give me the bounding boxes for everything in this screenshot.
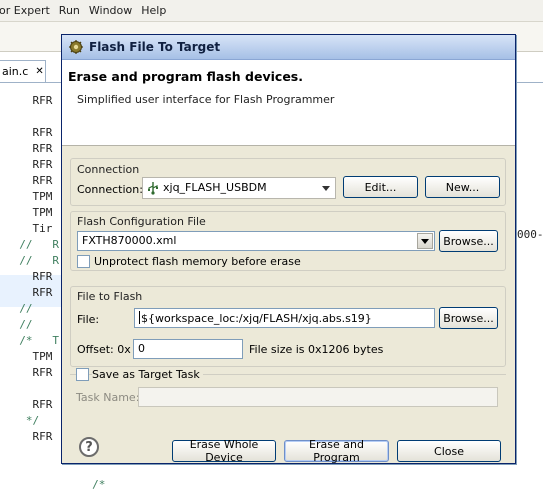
connection-combo[interactable]: xjq_FLASH_USBDM: [142, 177, 336, 199]
flash-config-group-label: Flash Configuration File: [77, 215, 206, 228]
code-line: /* T: [6, 334, 59, 347]
menu-item-help[interactable]: Help: [141, 4, 166, 17]
code-line: // R: [6, 238, 59, 251]
connection-value: xjq_FLASH_USBDM: [163, 181, 267, 194]
chevron-down-icon[interactable]: [318, 180, 334, 196]
file-to-flash-group-label: File to Flash: [77, 290, 143, 303]
file-path-value: ${workspace_loc:/xjq/FLASH/xjq.abs.s19}: [141, 312, 372, 325]
code-line: RFR: [6, 94, 53, 107]
menu-item-expert[interactable]: or Expert: [0, 4, 50, 17]
menu-item-run[interactable]: Run: [59, 4, 80, 17]
close-button[interactable]: Close: [397, 440, 501, 462]
code-line: //: [6, 318, 33, 331]
connection-label: Connection:: [77, 183, 143, 196]
editor-tab-label: ain.c: [2, 65, 29, 78]
code-line: TPM: [6, 350, 53, 363]
menu-item-window[interactable]: Window: [89, 4, 132, 17]
code-line: RFR: [6, 142, 53, 155]
file-path-field[interactable]: ${workspace_loc:/xjq/FLASH/xjq.abs.s19}: [134, 308, 435, 328]
code-tail-text: 000-: [517, 228, 543, 241]
flash-file-dialog: Flash File To Target Erase and program f…: [61, 34, 516, 464]
code-line: RFR: [6, 398, 53, 411]
flash-config-value: FXTH870000.xml: [82, 234, 177, 247]
file-size-text: File size is 0x1206 bytes: [249, 343, 384, 356]
dialog-subheading: Simplified user interface for Flash Prog…: [77, 93, 335, 106]
file-label: File:: [77, 313, 100, 326]
new-connection-button[interactable]: New...: [425, 176, 500, 198]
target-task-group: Save as Target Task Task Name:: [70, 368, 506, 409]
offset-label: Offset: 0x: [77, 343, 131, 356]
code-line: Tir: [6, 222, 53, 235]
code-line: RFR: [6, 286, 53, 299]
dialog-body: Connection Connection: xjq_FLASH_USBDM E…: [62, 146, 515, 464]
file-to-flash-group: File to Flash File: ${workspace_loc:/xjq…: [70, 286, 506, 367]
flash-config-group: Flash Configuration File FXTH870000.xml …: [70, 211, 506, 271]
file-browse-button[interactable]: Browse...: [439, 307, 498, 329]
connection-group-label: Connection: [77, 163, 140, 176]
code-line: //: [6, 302, 33, 315]
dialog-header: Erase and program flash devices. Simplif…: [62, 60, 515, 146]
help-icon[interactable]: ?: [79, 437, 99, 457]
flash-config-combo[interactable]: FXTH870000.xml: [77, 231, 435, 251]
edit-connection-button[interactable]: Edit...: [343, 176, 418, 198]
connection-group: Connection Connection: xjq_FLASH_USBDM E…: [70, 158, 506, 206]
code-line: RFR: [6, 158, 53, 171]
code-line: RFR: [6, 126, 53, 139]
usb-connection-icon: [147, 181, 159, 198]
offset-field[interactable]: 0: [133, 339, 243, 359]
code-line: /*: [6, 478, 106, 491]
unprotect-label: Unprotect flash memory before erase: [94, 255, 301, 268]
erase-whole-device-button[interactable]: Erase Whole Device: [172, 438, 276, 464]
code-line: */: [6, 414, 40, 427]
code-line: RFR: [6, 366, 53, 379]
offset-value: 0: [138, 342, 145, 355]
unprotect-checkbox[interactable]: [77, 255, 90, 268]
code-line: RFR: [6, 430, 53, 443]
dialog-titlebar[interactable]: Flash File To Target: [62, 35, 515, 60]
dialog-heading: Erase and program flash devices.: [68, 69, 303, 84]
erase-and-program-button[interactable]: Erase and Program: [284, 438, 389, 464]
code-line: TPM: [6, 190, 53, 203]
ide-menubar: or Expert Run Window Help: [0, 0, 543, 22]
text-caret: [139, 311, 140, 324]
task-name-field[interactable]: [138, 387, 498, 407]
save-target-task-label: Save as Target Task: [92, 368, 203, 381]
flash-config-browse-button[interactable]: Browse...: [439, 230, 498, 252]
editor-tab-main-c[interactable]: ain.c ✕: [0, 60, 46, 82]
task-name-label: Task Name:: [76, 391, 140, 404]
dialog-title: Flash File To Target: [89, 40, 221, 54]
code-line: // R: [6, 254, 59, 267]
code-line: RFR: [6, 270, 53, 283]
code-line: TPM: [6, 206, 53, 219]
chevron-down-icon[interactable]: [417, 233, 433, 249]
code-line: RFR: [6, 174, 53, 187]
close-icon[interactable]: ✕: [35, 66, 43, 77]
gear-bug-icon: [68, 39, 84, 55]
save-target-task-checkbox[interactable]: [76, 368, 89, 381]
